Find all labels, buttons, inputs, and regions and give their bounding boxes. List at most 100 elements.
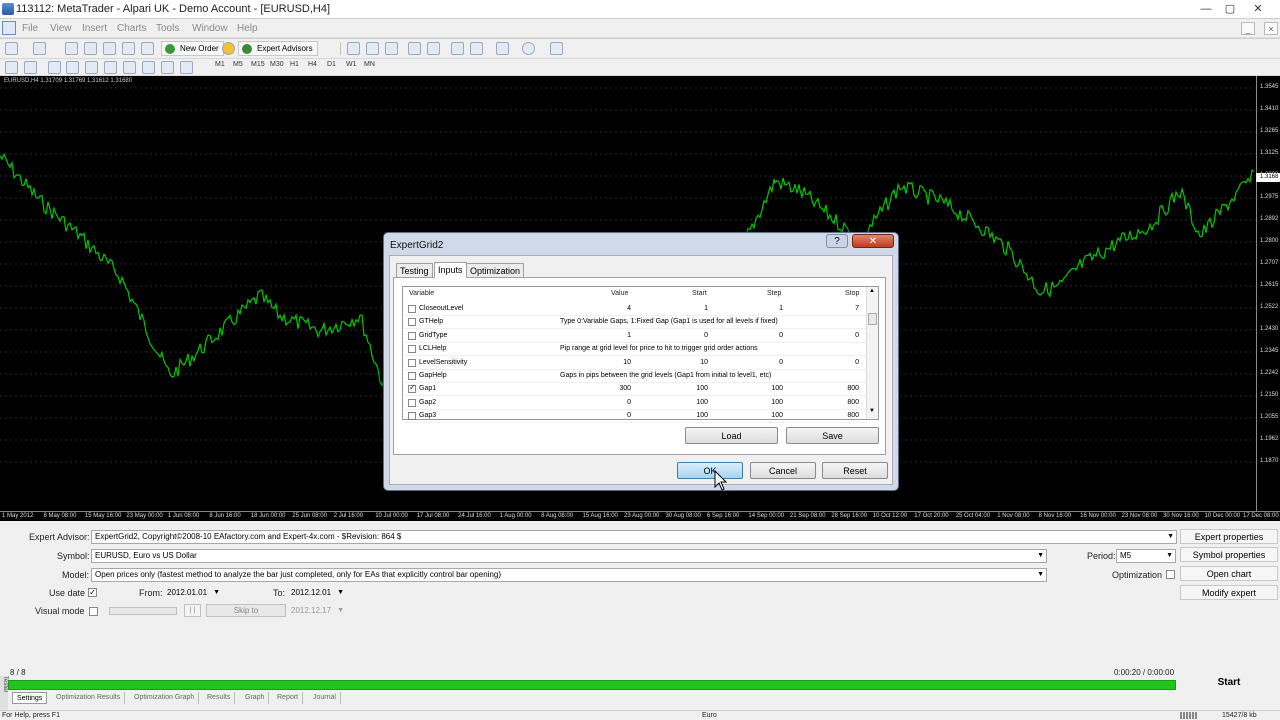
optimize-checkbox[interactable] xyxy=(408,398,416,407)
skip-date-picker[interactable]: 2012.12.17 ▼ xyxy=(287,604,347,618)
start-cell[interactable]: 1 xyxy=(633,305,708,312)
trendline-icon[interactable] xyxy=(85,61,98,74)
grid-scrollbar[interactable]: ▲ ▼ xyxy=(866,287,878,419)
start-cell[interactable]: 10 xyxy=(633,359,708,366)
tab-inputs[interactable]: Inputs xyxy=(434,262,467,278)
visual-mode-checkbox[interactable] xyxy=(89,607,98,616)
bar-chart-icon[interactable] xyxy=(347,42,360,55)
navigator-icon[interactable] xyxy=(84,42,97,55)
optimize-checkbox[interactable] xyxy=(408,383,416,394)
pause-button[interactable]: | | xyxy=(184,604,201,617)
close-button[interactable]: ✕ xyxy=(1246,1,1270,17)
vertical-line-icon[interactable] xyxy=(48,61,61,74)
menu-help[interactable]: Help xyxy=(237,23,258,34)
mdi-close-icon[interactable]: × xyxy=(1264,22,1278,35)
step-cell[interactable]: 0 xyxy=(710,359,783,366)
crosshair-icon[interactable] xyxy=(24,61,37,74)
optimize-checkbox[interactable] xyxy=(408,412,416,421)
menu-window[interactable]: Window xyxy=(192,23,228,34)
input-row-levelsensitivity[interactable]: LevelSensitivity 10 10 0 0 xyxy=(403,357,867,370)
open-chart-button[interactable]: Open chart xyxy=(1180,566,1278,581)
arrows-icon[interactable] xyxy=(180,61,193,74)
optimization-checkbox[interactable] xyxy=(1166,570,1175,579)
horizontal-line-icon[interactable] xyxy=(66,61,79,74)
timeframe-d1[interactable]: D1 xyxy=(327,61,336,68)
indicators-icon[interactable] xyxy=(496,42,509,55)
tab-journal[interactable]: Journal xyxy=(309,692,341,704)
timeframe-m1[interactable]: M1 xyxy=(215,61,225,68)
menu-file[interactable]: File xyxy=(22,23,38,34)
stop-cell[interactable]: 800 xyxy=(785,385,859,392)
metaeditor-icon[interactable] xyxy=(222,42,235,55)
timeframe-h4[interactable]: H4 xyxy=(308,61,317,68)
timeframe-m5[interactable]: M5 xyxy=(233,61,243,68)
step-cell[interactable]: 100 xyxy=(710,385,783,392)
periods-icon[interactable] xyxy=(522,42,535,55)
zoom-out-icon[interactable] xyxy=(427,42,440,55)
new-order-button[interactable]: New Order xyxy=(161,41,224,56)
start-cell[interactable]: 0 xyxy=(633,332,708,339)
scroll-up-icon[interactable]: ▲ xyxy=(869,288,875,294)
symbol-properties-button[interactable]: Symbol properties xyxy=(1180,547,1278,562)
menu-tools[interactable]: Tools xyxy=(156,23,179,34)
candlesticks-icon[interactable] xyxy=(366,42,379,55)
scroll-thumb[interactable] xyxy=(868,313,877,325)
tab-results[interactable]: Results xyxy=(203,692,236,704)
line-chart-icon[interactable] xyxy=(385,42,398,55)
stop-cell[interactable]: 7 xyxy=(785,305,859,312)
tab-optimization[interactable]: Optimization xyxy=(466,263,525,278)
optimize-checkbox[interactable] xyxy=(408,345,416,354)
maximize-button[interactable]: ▢ xyxy=(1218,1,1242,17)
modify-expert-button[interactable]: Modify expert xyxy=(1180,585,1278,600)
expert-properties-button[interactable]: Expert properties xyxy=(1180,529,1278,544)
timeframe-h1[interactable]: H1 xyxy=(290,61,299,68)
model-select[interactable]: Open prices only (fastest method to anal… xyxy=(91,568,1047,582)
step-cell[interactable]: 1 xyxy=(710,305,783,312)
mdi-minimize-icon[interactable]: _ xyxy=(1241,22,1255,35)
save-button[interactable]: Save xyxy=(786,427,879,444)
value-cell[interactable]: 0 xyxy=(553,399,631,406)
input-row-gthelp[interactable]: GTHelp Type 0:Variable Gaps, 1:Fixed Gap … xyxy=(403,316,867,330)
menu-charts[interactable]: Charts xyxy=(117,23,146,34)
optimize-checkbox[interactable] xyxy=(408,331,416,340)
input-row-lclhelp[interactable]: LCLHelp Pip range at grid level for price… xyxy=(403,343,867,357)
fibonacci-icon[interactable] xyxy=(123,61,136,74)
stop-cell[interactable]: 800 xyxy=(785,399,859,406)
symbol-select[interactable]: EURUSD, Euro vs US Dollar ▼ xyxy=(91,549,1047,563)
text-icon[interactable] xyxy=(142,61,155,74)
load-button[interactable]: Load xyxy=(685,427,778,444)
cursor-icon[interactable] xyxy=(5,61,18,74)
value-cell[interactable]: 0 xyxy=(553,412,631,419)
start-cell[interactable]: 100 xyxy=(633,399,708,406)
skip-to-button[interactable]: Skip to xyxy=(206,604,286,617)
scroll-down-icon[interactable]: ▼ xyxy=(869,408,875,414)
timeframe-m15[interactable]: M15 xyxy=(251,61,265,68)
stop-cell[interactable]: 800 xyxy=(785,412,859,419)
input-row-closeoutlevel[interactable]: CloseoutLevel 4 1 1 7 xyxy=(403,303,867,316)
stop-cell[interactable]: 0 xyxy=(785,359,859,366)
start-cell[interactable]: 100 xyxy=(633,412,708,419)
channel-icon[interactable] xyxy=(104,61,117,74)
value-cell[interactable]: 10 xyxy=(553,359,631,366)
period-select[interactable]: M5 ▼ xyxy=(1116,549,1176,563)
to-date-picker[interactable]: 2012.12.01 ▼ xyxy=(287,586,347,600)
profiles-icon[interactable] xyxy=(33,42,46,55)
text-label-icon[interactable] xyxy=(161,61,174,74)
expert-advisor-select[interactable]: ExpertGrid2, Copyright©2008-10 EAfactory… xyxy=(91,530,1177,544)
input-row-gap2[interactable]: Gap2 0 100 100 800 xyxy=(403,397,867,410)
value-cell[interactable]: 1 xyxy=(553,332,631,339)
input-row-gap3[interactable]: Gap3 0 100 100 800 xyxy=(403,410,867,424)
optimize-checkbox[interactable] xyxy=(408,372,416,380)
menu-view[interactable]: View xyxy=(50,23,72,34)
auto-scroll-icon[interactable] xyxy=(451,42,464,55)
reset-button[interactable]: Reset xyxy=(822,462,888,479)
input-row-gridtype[interactable]: GridType 1 0 0 0 xyxy=(403,330,867,343)
start-button[interactable]: Start xyxy=(1180,676,1278,690)
menu-insert[interactable]: Insert xyxy=(82,23,107,34)
optimize-checkbox[interactable] xyxy=(408,358,416,367)
templates-icon[interactable] xyxy=(550,42,563,55)
dialog-help-button[interactable]: ? xyxy=(826,234,848,248)
start-cell[interactable]: 100 xyxy=(633,385,708,392)
input-row-gap1[interactable]: Gap1300100100800 xyxy=(403,383,867,397)
value-cell[interactable]: 4 xyxy=(553,305,631,312)
